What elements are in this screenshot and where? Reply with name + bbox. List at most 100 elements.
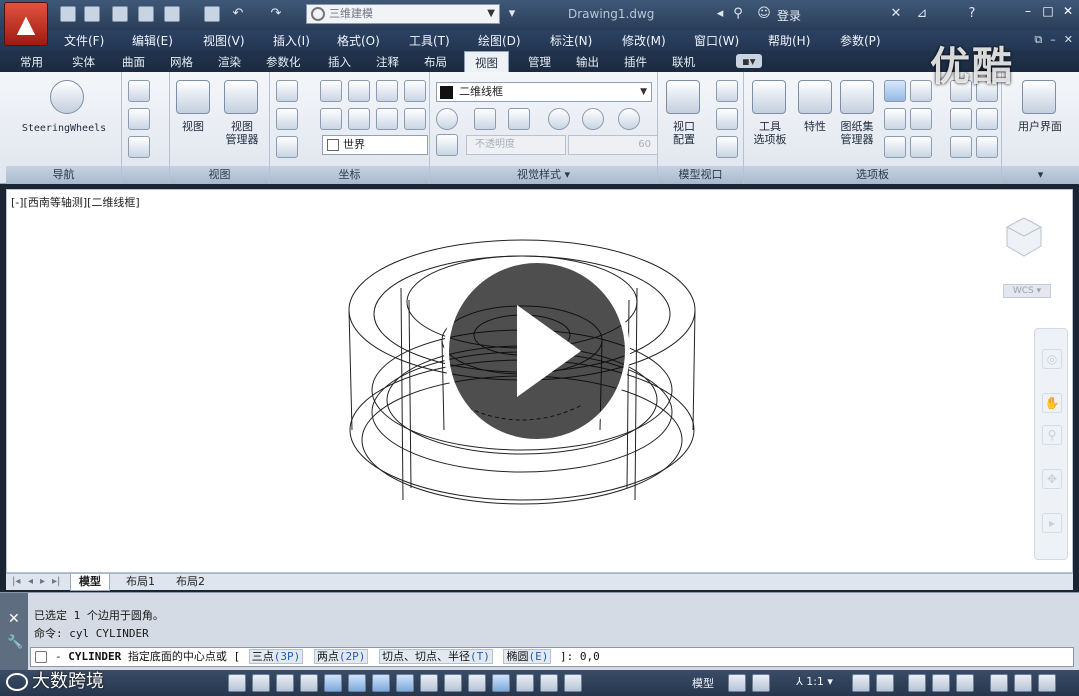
zoom-icon[interactable]	[128, 136, 150, 158]
login-link[interactable]: 登录	[777, 7, 801, 24]
tab-layout[interactable]: 布局	[424, 54, 447, 70]
opacity-slider[interactable]: 不透明度	[466, 135, 566, 155]
annotation-monitor-icon[interactable]	[564, 674, 582, 692]
quickcalc-icon[interactable]	[910, 108, 932, 130]
light-list-icon[interactable]	[976, 136, 998, 158]
viewport-config-label[interactable]: 视口 配置	[660, 120, 708, 146]
tab-output[interactable]: 输出	[576, 54, 599, 70]
view-button-label[interactable]: 视图	[172, 120, 214, 133]
showmotion-nav-icon[interactable]: ▸	[1042, 513, 1062, 533]
save-as-icon[interactable]	[138, 6, 154, 22]
new-icon[interactable]	[60, 6, 76, 22]
infer-constraints-icon[interactable]	[228, 674, 246, 692]
application-menu-button[interactable]: ▲	[4, 2, 48, 46]
tab-solid[interactable]: 实体	[72, 54, 95, 70]
selection-cycling-icon[interactable]	[540, 674, 558, 692]
menu-edit[interactable]: 编辑(E)	[132, 32, 173, 49]
sun-properties-icon[interactable]	[976, 108, 998, 130]
orbit-nav-icon[interactable]: ✥	[1042, 469, 1062, 489]
tab-layout1[interactable]: 布局1	[118, 574, 163, 591]
autodesk-network-icon[interactable]: ⊿	[914, 6, 930, 22]
menu-file[interactable]: 文件(F)	[64, 32, 104, 49]
ortho-mode-icon[interactable]	[300, 674, 318, 692]
ucs-z-icon[interactable]	[404, 80, 426, 102]
command-line-icon[interactable]	[884, 80, 906, 102]
polar-tracking-icon[interactable]	[324, 674, 342, 692]
quick-view-layouts-icon[interactable]	[728, 674, 746, 692]
open-icon[interactable]	[84, 6, 100, 22]
xray-icon[interactable]	[436, 134, 458, 156]
view-manager-icon[interactable]	[224, 80, 258, 114]
doc-close-icon[interactable]: ✕	[1064, 33, 1073, 47]
view-cube-icon[interactable]	[176, 80, 210, 114]
annotation-visibility-icon[interactable]	[852, 674, 870, 692]
maximize-icon[interactable]: □	[1041, 4, 1055, 18]
dynamic-input-icon[interactable]	[444, 674, 462, 692]
last-layout-icon[interactable]: ▸|	[52, 576, 60, 587]
option-2p[interactable]: 两点(2P)	[313, 649, 369, 664]
tab-annotate[interactable]: 注释	[376, 54, 399, 70]
orbit-icon[interactable]	[128, 108, 150, 130]
zoom-nav-icon[interactable]: ⚲	[1042, 425, 1062, 445]
face-style-icon[interactable]	[508, 108, 530, 130]
tab-view[interactable]: 视图	[464, 51, 509, 72]
menu-format[interactable]: 格式(O)	[337, 32, 380, 49]
pan-icon[interactable]	[128, 80, 150, 102]
lights-icon[interactable]	[582, 108, 604, 130]
viewport-clip-icon[interactable]	[716, 136, 738, 158]
hardware-acceleration-icon[interactable]	[956, 674, 974, 692]
status-bar-menu-icon[interactable]	[1014, 674, 1032, 692]
pan-nav-icon[interactable]: ✋	[1042, 393, 1062, 413]
tab-mesh[interactable]: 网格	[170, 54, 193, 70]
opacity-value-field[interactable]: 60	[568, 135, 658, 155]
video-play-button[interactable]	[444, 258, 630, 444]
viewport-named-icon[interactable]	[716, 108, 738, 130]
tab-manage[interactable]: 管理	[528, 54, 551, 70]
print-icon[interactable]	[204, 6, 220, 22]
wcs-dropdown[interactable]: WCS ▾	[1003, 284, 1051, 298]
menu-help[interactable]: 帮助(H)	[768, 32, 810, 49]
materials-browser-icon[interactable]	[950, 108, 972, 130]
snap-mode-icon[interactable]	[252, 674, 270, 692]
properties-icon[interactable]	[798, 80, 832, 114]
option-ttr[interactable]: 切点、切点、半径(T)	[378, 649, 493, 664]
ucs-face-icon[interactable]	[320, 108, 342, 130]
next-layout-icon[interactable]: ▸	[40, 576, 45, 587]
help-icon[interactable]: ?	[964, 6, 980, 22]
markup-icon[interactable]	[884, 108, 906, 130]
ucs-icon[interactable]	[276, 80, 298, 102]
3d-object-snap-icon[interactable]	[372, 674, 390, 692]
sheet-set-manager-icon[interactable]	[840, 80, 874, 114]
viewcube[interactable]	[1001, 214, 1047, 260]
steeringwheels-label[interactable]: SteeringWheels	[8, 122, 120, 135]
option-elliptical[interactable]: 椭圆(E)	[503, 649, 552, 664]
save-icon[interactable]	[112, 6, 128, 22]
menu-insert[interactable]: 插入(I)	[273, 32, 310, 49]
menu-dimension[interactable]: 标注(N)	[550, 32, 592, 49]
tab-render[interactable]: 渲染	[218, 54, 241, 70]
design-center-icon[interactable]	[910, 80, 932, 102]
ribbon-minimize-icon[interactable]: ▪▾	[736, 54, 762, 68]
workspace-switching-icon[interactable]	[908, 674, 926, 692]
external-references-icon[interactable]	[910, 136, 932, 158]
menu-modify[interactable]: 修改(M)	[622, 32, 666, 49]
tab-surface[interactable]: 曲面	[122, 54, 145, 70]
user-icon[interactable]: ☺	[756, 6, 772, 22]
annotation-scale[interactable]: ⅄ 1:1 ▾	[796, 675, 833, 688]
model-space-label[interactable]: 模型	[692, 675, 714, 691]
ucs-zaxis-icon[interactable]	[404, 108, 426, 130]
close-icon[interactable]: ✕	[8, 611, 20, 627]
tab-plugins[interactable]: 插件	[624, 54, 647, 70]
panel-title-visual-styles[interactable]: 视觉样式 ▾	[430, 166, 657, 184]
doc-restore-icon[interactable]: ⧉	[1034, 33, 1042, 47]
isolate-objects-icon[interactable]	[990, 674, 1008, 692]
menu-tools[interactable]: 工具(T)	[409, 32, 450, 49]
command-input[interactable]: - CYLINDER 指定底面的中心点或 [ 三点(3P) 两点(2P) 切点、…	[30, 647, 1074, 667]
lineweight-icon[interactable]	[468, 674, 486, 692]
option-3p[interactable]: 三点(3P)	[248, 649, 304, 664]
workspace-dropdown[interactable]: 三维建模 ▼	[306, 4, 500, 24]
render-sphere-icon[interactable]	[618, 108, 640, 130]
ucs-world-icon[interactable]	[320, 80, 342, 102]
sheet-set-manager-label[interactable]: 图纸集 管理器	[832, 120, 882, 146]
object-snap-tracking-icon[interactable]	[396, 674, 414, 692]
